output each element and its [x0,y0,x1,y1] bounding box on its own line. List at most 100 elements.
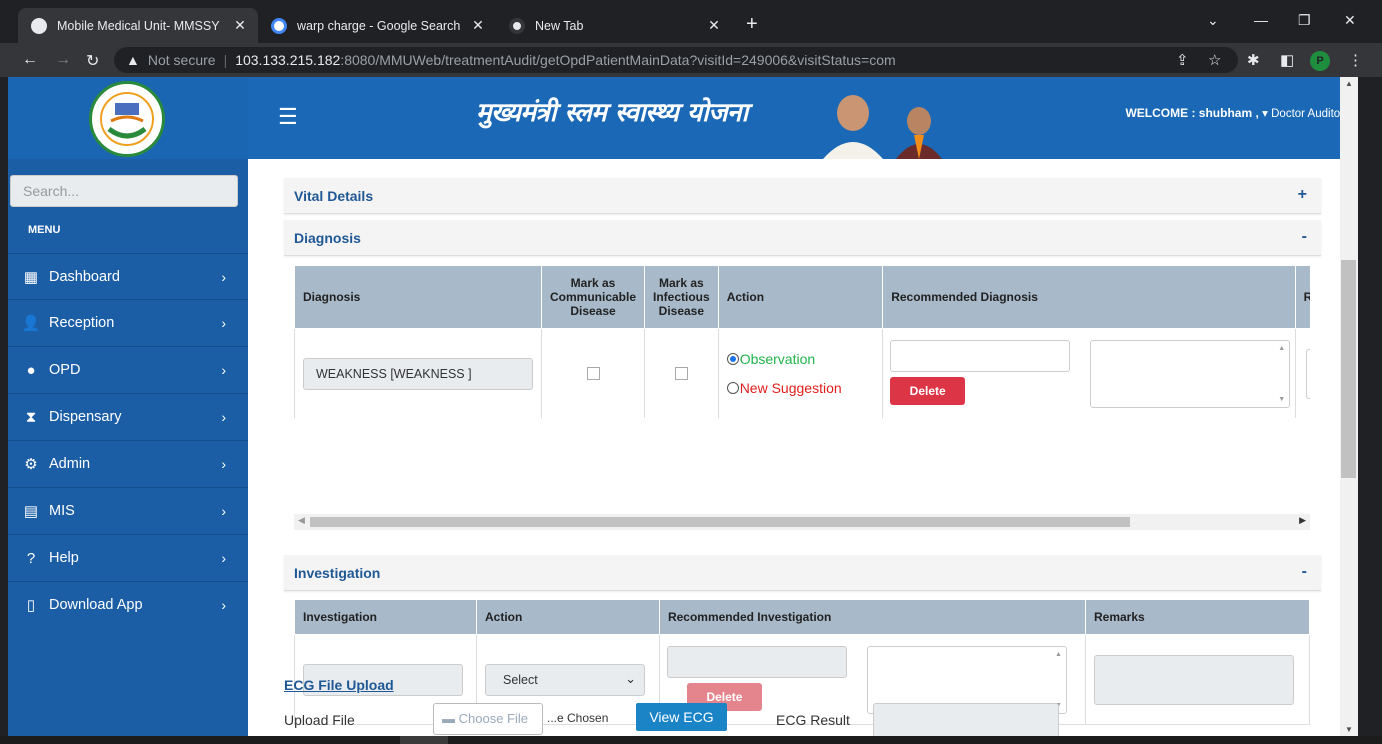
sidebar-item-label: OPD [49,362,81,378]
ecg-result-field[interactable] [873,703,1059,736]
radio-selected[interactable] [726,353,739,365]
browser-tab-strip: Mobile Medical Unit- MMSSY ✕ warp charge… [0,0,1382,43]
ecg-upload-title[interactable]: ECG File Upload [284,677,394,693]
sidebar-item-admin[interactable]: ⚙ Admin › [8,440,248,487]
investigation-panel-header[interactable]: Investigation - [284,555,1321,591]
truncated-input[interactable] [1305,349,1310,399]
bookmark-star-icon[interactable]: ☆ [1208,51,1221,69]
sidebar-item-help[interactable]: ? Help › [8,534,248,581]
radio-unselected[interactable] [726,382,739,394]
tab-title: New Tab [535,18,584,33]
file-plus-icon: ▤ [23,503,39,520]
taskbar [0,736,1382,744]
mmssy-logo [89,81,165,157]
truncated-cell [1294,328,1310,418]
scroll-down-icon[interactable]: ▼ [1278,396,1285,403]
chevron-right-icon: › [221,550,226,566]
diagnosis-panel-header[interactable]: Diagnosis - [284,220,1321,256]
vital-details-panel-header[interactable]: Vital Details + [284,178,1321,214]
welcome-user[interactable]: WELCOME : shubham , ▾ Doctor Auditor [1125,106,1344,120]
side-panel-icon[interactable]: ◧ [1280,51,1294,69]
back-icon[interactable]: ← [22,51,38,69]
forward-icon[interactable]: → [55,51,71,69]
choose-file-button[interactable]: ▬ Choose File [433,703,543,735]
scroll-left-icon[interactable]: ◀ [298,515,305,526]
communicable-cell [540,328,646,418]
chevron-right-icon: › [221,597,226,613]
infectious-checkbox[interactable] [674,367,688,380]
close-window-icon[interactable]: ✕ [1344,12,1356,29]
tab-title: Mobile Medical Unit- MMSSY [57,18,220,33]
extensions-icon[interactable]: ✱ [1247,51,1260,69]
new-tab-icon[interactable]: + [746,13,758,36]
communicable-checkbox[interactable] [586,367,600,380]
tab-title: warp charge - Google Search [297,18,461,33]
share-icon[interactable]: ⇪ [1176,51,1189,69]
recommended-investigation-input[interactable] [666,646,847,678]
sidebar-item-label: Reception [49,315,115,331]
user-name: shubham , [1198,106,1259,120]
google-favicon-icon [271,17,287,34]
page-vertical-scrollbar[interactable]: ▲ ▼ [1340,77,1358,736]
security-label: Not secure [147,52,216,68]
tab-google-search[interactable]: warp charge - Google Search ✕ [258,8,496,43]
panel-title: Investigation [294,565,381,581]
option-label: Observation [739,351,816,367]
sidebar-item-dashboard[interactable]: ▦ Dashboard › [8,253,248,300]
sidebar-search-input[interactable]: Search... [10,175,238,207]
scrollbar-thumb[interactable] [1341,260,1356,478]
sidebar-item-mis[interactable]: ▤ MIS › [8,487,248,534]
role-dropdown[interactable]: ▾ Doctor Auditor [1262,108,1344,120]
chevron-right-icon: › [221,269,226,285]
diagnosis-input[interactable]: WEAKNESS [WEAKNESS ] [303,357,533,390]
restore-icon[interactable]: ❐ [1298,12,1311,29]
recommended-diagnosis-input[interactable] [890,340,1071,372]
sidebar-item-label: MIS [49,503,75,519]
col-remarks: Remarks [1085,599,1310,635]
scroll-right-icon[interactable]: ▶ [1299,515,1306,526]
close-tab-icon[interactable]: ✕ [470,17,486,34]
observation-option[interactable]: Observation [726,351,875,367]
delete-button[interactable]: Delete [890,377,966,405]
close-tab-icon[interactable]: ✕ [706,17,722,34]
minimize-icon[interactable]: — [1254,12,1268,28]
ecg-result-label: ECG Result [776,712,850,728]
panel-title: Vital Details [294,188,374,204]
leaders-photo [823,95,942,159]
address-bar[interactable]: ▲ Not secure | 103.133.215.182 :8080/MMU… [114,47,1238,73]
collapse-icon[interactable]: - [1302,563,1307,581]
kebab-menu-icon[interactable]: ⋮ [1348,51,1363,69]
remarks-textarea[interactable] [1094,654,1294,705]
action-select[interactable]: Select ⌄ [484,663,645,696]
warning-icon: ▲ [126,52,140,68]
tab-mobile-medical-unit[interactable]: Mobile Medical Unit- MMSSY ✕ [18,8,258,43]
hamburger-menu-icon[interactable]: ☰ [278,104,298,130]
col-recommended-diagnosis: Recommended Diagnosis [882,265,1296,329]
sidebar-item-dispensary[interactable]: ⧗ Dispensary › [8,393,248,440]
expand-icon[interactable]: + [1298,186,1307,204]
tab-new-tab[interactable]: New Tab ✕ [496,8,732,43]
diagnosis-horizontal-scrollbar[interactable]: ◀ ▶ [294,514,1310,530]
sidebar-item-label: Dashboard [49,269,120,285]
view-ecg-button[interactable]: View ECG [636,703,727,731]
question-circle-icon: ? [26,549,36,567]
profile-avatar[interactable]: P [1310,51,1330,71]
sidebar-item-reception[interactable]: 👤 Reception › [8,299,248,346]
collapse-icon[interactable]: - [1302,228,1307,246]
sidebar-item-download-app[interactable]: ▯ Download App › [8,581,248,628]
reload-icon[interactable]: ↻ [86,51,99,71]
diagnosis-remarks-textarea[interactable]: ▲ ▼ [1090,340,1291,408]
new-suggestion-option[interactable]: New Suggestion [726,380,875,396]
scroll-up-icon[interactable]: ▲ [1345,79,1353,88]
tab-search-icon[interactable]: ⌄ [1207,12,1219,29]
taskbar-item[interactable] [400,736,448,744]
close-tab-icon[interactable]: ✕ [232,17,248,34]
col-infectious: Mark as Infectious Disease [644,265,719,329]
sidebar-item-opd[interactable]: ● OPD › [8,346,248,393]
sidebar-item-label: Download App [49,597,143,613]
scroll-up-icon[interactable]: ▲ [1278,345,1285,352]
scrollbar-thumb[interactable] [310,517,1130,527]
scroll-up-icon[interactable]: ▲ [1055,651,1062,658]
site-favicon-icon [31,17,47,34]
scroll-down-icon[interactable]: ▼ [1345,725,1353,734]
